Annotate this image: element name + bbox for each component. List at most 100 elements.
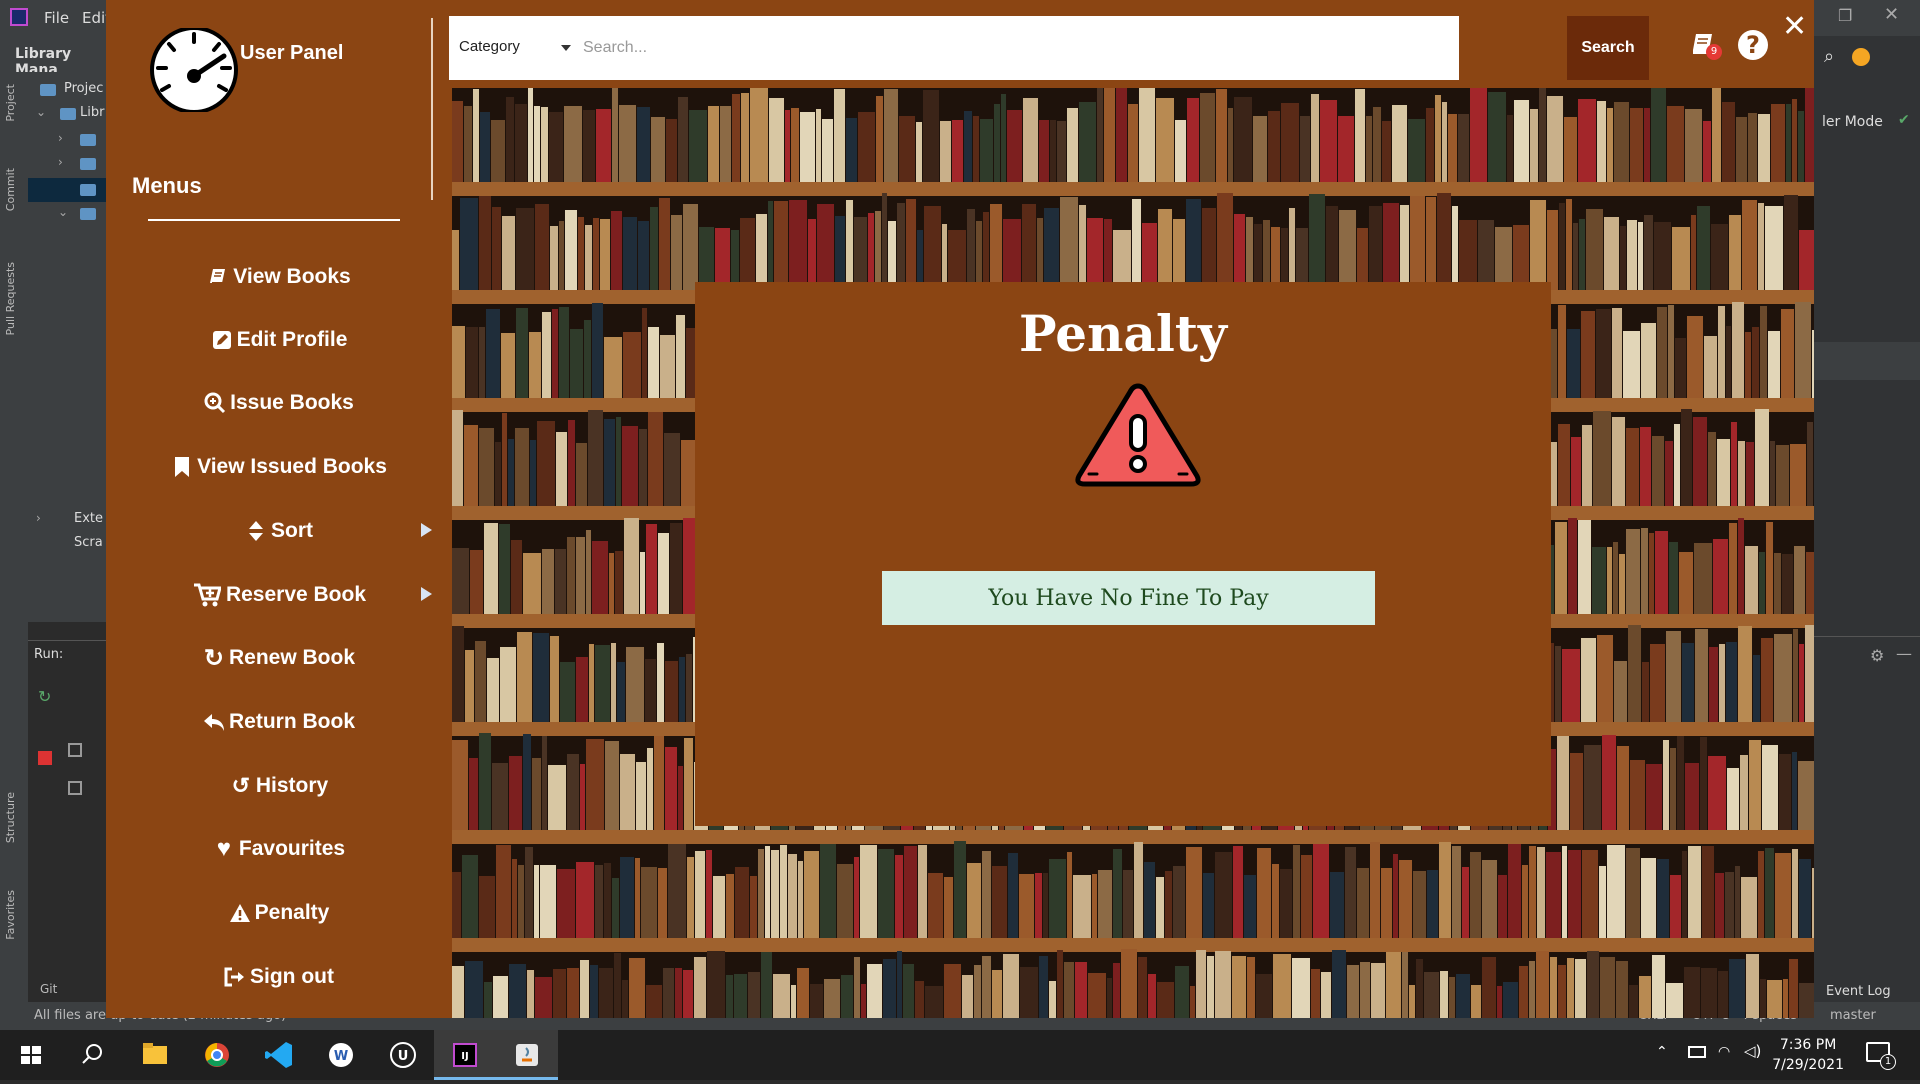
show-hidden-icons-icon[interactable]: ⌃ xyxy=(1656,1044,1668,1060)
category-select-value: Category xyxy=(459,38,520,55)
update-icon[interactable] xyxy=(1852,48,1870,66)
sort-icon xyxy=(245,520,267,542)
menu-item-label: Reserve Book xyxy=(225,583,367,606)
reply-icon xyxy=(203,711,225,733)
status-git-branch[interactable]: master xyxy=(1830,1008,1876,1023)
fine-status-message: You Have No Fine To Pay xyxy=(882,571,1375,625)
windows-start-icon[interactable] xyxy=(0,1030,62,1080)
restore-window-icon[interactable]: ❐ xyxy=(1838,6,1852,25)
ide-tab-pull-requests[interactable]: Pull Requests xyxy=(4,262,17,335)
action-center-icon[interactable]: 1 xyxy=(1866,1042,1896,1070)
penalty-panel: Penalty You Have No Fine To Pay xyxy=(695,282,1551,826)
notification-count-badge: 9 xyxy=(1706,44,1722,60)
intellij-taskbar-icon[interactable]: IJ xyxy=(434,1030,496,1080)
minimize-panel-icon[interactable]: — xyxy=(1896,644,1912,663)
edit-icon xyxy=(211,329,233,351)
action-center-badge: 1 xyxy=(1880,1054,1896,1070)
search-plus-icon xyxy=(204,392,226,414)
folder-icon xyxy=(80,208,96,220)
chrome-icon[interactable] xyxy=(186,1030,248,1080)
cart-plus-icon xyxy=(192,583,222,607)
clock[interactable]: 7:36 PM 7/29/2021 xyxy=(1772,1035,1844,1075)
sidebar-item-sort[interactable]: Sort xyxy=(106,511,452,551)
ide-right-panel: ⌕ ler Mode ✔ ⚙ — Event Log xyxy=(1814,36,1920,1002)
tree-row[interactable]: › xyxy=(28,152,106,176)
close-ide-icon[interactable]: ✕ xyxy=(1884,4,1899,25)
windows-taskbar: W U IJ ⌃ ◠ ◁) 7:36 PM 7/29/2021 1 xyxy=(0,1030,1920,1080)
folder-icon xyxy=(80,158,96,170)
chevron-down-icon: ⌄ xyxy=(36,105,47,119)
rerun-icon[interactable]: ↻ xyxy=(38,687,52,706)
battery-icon[interactable] xyxy=(1688,1046,1706,1058)
menu-item-label: Sort xyxy=(271,519,313,542)
sidebar-item-penalty[interactable]: Penalty xyxy=(106,893,452,933)
tree-row-selected[interactable] xyxy=(28,178,106,202)
stop-icon[interactable] xyxy=(38,751,52,765)
search-box: Category xyxy=(449,16,1459,80)
category-select[interactable]: Category xyxy=(449,16,573,80)
menu-item-label: Issue Books xyxy=(230,391,354,414)
search-icon[interactable] xyxy=(62,1030,124,1080)
help-icon[interactable]: ? xyxy=(1738,30,1768,60)
tree-row[interactable]: Scra xyxy=(28,532,106,556)
sidebar-item-edit-profile[interactable]: Edit Profile xyxy=(106,320,452,360)
history-icon: ↺ xyxy=(231,773,251,798)
ide-tab-structure[interactable]: Structure xyxy=(4,792,17,843)
book-icon xyxy=(207,266,229,288)
ide-tab-favorites[interactable]: Favorites xyxy=(4,890,17,940)
menu-item-label: View Issued Books xyxy=(197,455,387,478)
sidebar-item-view-books[interactable]: View Books xyxy=(106,257,452,297)
tree-row[interactable]: › Exte xyxy=(28,508,106,532)
tree-row[interactable]: Projec xyxy=(28,78,106,102)
volume-icon[interactable]: ◁) xyxy=(1744,1042,1761,1060)
event-log[interactable]: Event Log xyxy=(1826,984,1891,999)
dashboard-gauge-icon xyxy=(150,28,238,112)
sidebar-item-reserve-book[interactable]: Reserve Book xyxy=(106,575,452,615)
sidebar: User Panel Menus View Books Edit Profile… xyxy=(106,0,452,1018)
java-app-taskbar-icon[interactable] xyxy=(496,1030,558,1080)
close-app-icon[interactable]: ✕ xyxy=(1782,12,1807,42)
sidebar-item-return-book[interactable]: Return Book xyxy=(106,702,452,742)
vscode-icon[interactable] xyxy=(248,1030,310,1080)
search-everywhere-icon[interactable]: ⌕ xyxy=(1824,46,1834,67)
check-icon: ✔ xyxy=(1898,112,1910,128)
sidebar-item-favourites[interactable]: ♥ Favourites xyxy=(106,829,452,869)
settings-gear-icon[interactable]: ⚙ xyxy=(1870,646,1884,665)
intellij-logo-icon xyxy=(10,8,28,26)
soft-wrap-icon[interactable] xyxy=(68,743,82,757)
sidebar-item-issue-books[interactable]: Issue Books xyxy=(106,383,452,423)
tree-row[interactable]: ⌄ Libr xyxy=(28,102,106,126)
sidebar-item-view-issued-books[interactable]: View Issued Books xyxy=(106,447,452,487)
print-icon[interactable] xyxy=(68,781,82,795)
unreal-engine-icon[interactable]: U xyxy=(372,1030,434,1080)
menu-item-label: History xyxy=(255,774,329,797)
chevron-down-icon: ⌄ xyxy=(58,205,69,219)
git-tab[interactable]: Git xyxy=(40,982,57,996)
app-w-icon[interactable]: W xyxy=(310,1030,372,1080)
ide-tab-commit[interactable]: Commit xyxy=(4,168,17,211)
panel-title: User Panel xyxy=(240,42,344,64)
notifications-button[interactable]: 9 xyxy=(1690,30,1722,64)
ide-project-title: Library Mana xyxy=(0,36,106,78)
search-button[interactable]: Search xyxy=(1567,16,1649,80)
file-explorer-icon[interactable] xyxy=(124,1030,186,1080)
svg-text:U: U xyxy=(398,1049,409,1064)
ide-menu-file[interactable]: File xyxy=(44,9,69,27)
caret-down-icon xyxy=(561,45,571,51)
menu-item-label: Return Book xyxy=(229,710,355,733)
bookmark-icon xyxy=(171,456,193,478)
tree-row[interactable]: ⌄ xyxy=(28,202,106,226)
menu-item-label: View Books xyxy=(233,265,351,288)
menu-item-label: Edit Profile xyxy=(236,328,348,351)
chevron-right-icon: › xyxy=(58,131,63,145)
search-input[interactable] xyxy=(575,16,1459,80)
sidebar-item-renew-book[interactable]: ↻ Renew Book xyxy=(106,638,452,678)
tree-row-label: Libr xyxy=(80,105,105,120)
submenu-arrow-icon xyxy=(421,523,432,537)
sidebar-item-sign-out[interactable]: Sign out xyxy=(106,957,452,997)
wifi-icon[interactable]: ◠ xyxy=(1718,1044,1730,1060)
sidebar-item-history[interactable]: ↺ History xyxy=(106,766,452,806)
tree-row[interactable]: › xyxy=(28,128,106,152)
ide-tab-project[interactable]: Project xyxy=(4,84,17,122)
menu-item-label: Sign out xyxy=(250,965,334,988)
